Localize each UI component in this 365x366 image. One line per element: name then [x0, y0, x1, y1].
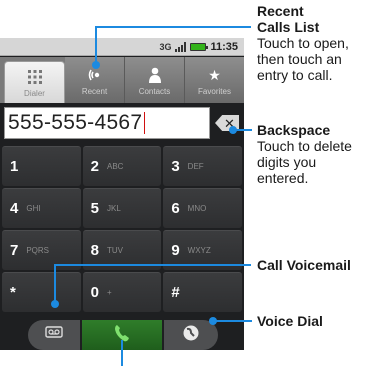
key-digit: 4 — [10, 200, 19, 217]
network-3g-label: 3G — [159, 41, 172, 52]
phone-number-text: 555-555-4567 — [8, 111, 143, 134]
recent-callout-body-3: entry to call. — [257, 67, 333, 83]
recent-callout-body-1: Touch to open, — [257, 35, 349, 51]
key-digit: * — [10, 284, 16, 301]
key-digit: 8 — [90, 242, 99, 259]
backspace-callout-body-1: Touch to delete — [257, 138, 352, 154]
key-digit: 3 — [171, 158, 180, 175]
star-icon: ★ — [208, 66, 221, 83]
voicedial-callout-dot — [209, 317, 217, 325]
key-digit: 6 — [171, 200, 180, 217]
voicemail-callout-line-v — [54, 264, 56, 304]
backspace-callout-title: Backspace — [257, 122, 331, 138]
battery-icon — [190, 43, 209, 51]
key-digit: # — [171, 284, 180, 301]
dial-keypad: 1 2 ABC 3 DEF 4 GHI 5 JKL 6 MNO 7 PQRS 8 TUV 9W… — [0, 146, 244, 312]
backspace-callout: Backspace Touch to delete digits you ent… — [257, 122, 365, 186]
status-bar: 3G 11:35 — [0, 38, 244, 56]
voicemail-callout-dot — [51, 300, 59, 308]
backspace-callout-dot — [229, 126, 237, 134]
key-digit: 2 — [90, 158, 99, 175]
backspace-callout-body-3: entered. — [257, 170, 309, 186]
voicemail-button[interactable] — [28, 320, 80, 350]
key-0[interactable]: 0 + — [82, 272, 162, 312]
tab-dialer[interactable]: Dialer — [4, 61, 65, 103]
key-star[interactable]: * — [2, 272, 81, 312]
backspace-callout-body-2: digits you — [257, 154, 317, 170]
call-button-pointer-line — [121, 340, 123, 366]
number-entry-bar: 555-555-4567 ✕ — [0, 103, 244, 143]
key-digit: 9 — [171, 242, 180, 259]
key-letters: ABC — [107, 162, 124, 171]
key-letters: TUV — [107, 246, 123, 255]
key-hash[interactable]: # — [163, 272, 242, 312]
voice-dial-button[interactable] — [164, 320, 218, 350]
voicedial-callout-line — [212, 320, 252, 322]
tab-label: Dialer — [24, 89, 45, 98]
key-1[interactable]: 1 — [2, 146, 81, 186]
tab-label: Recent — [81, 86, 108, 96]
key-digit: 0 — [90, 284, 99, 301]
voicemail-callout: Call Voicemail — [257, 257, 365, 273]
key-digit: 5 — [90, 200, 99, 217]
recent-calls-callout: Recent Calls List Touch to open, then to… — [257, 3, 365, 83]
key-letters: PQRS — [26, 246, 50, 255]
recent-callout-line-v — [95, 26, 97, 66]
dialer-tabs: Dialer Recent Contacts ★ Favorites — [0, 57, 244, 103]
key-3[interactable]: 3 DEF — [163, 146, 242, 186]
voicedial-callout-title: Voice Dial — [257, 313, 323, 329]
key-4[interactable]: 4 GHI — [2, 188, 81, 228]
recent-callout-body-2: then touch an — [257, 51, 342, 67]
recent-callout-title-1: Recent — [257, 3, 304, 19]
tab-label: Contacts — [138, 86, 171, 96]
voicemail-icon — [45, 325, 63, 345]
tab-favorites[interactable]: ★ Favorites — [185, 57, 244, 103]
key-digit: 1 — [10, 158, 19, 175]
key-letters: + — [107, 288, 112, 297]
tab-label: Favorites — [198, 86, 231, 96]
status-time: 11:35 — [210, 41, 238, 53]
voicemail-callout-title: Call Voicemail — [257, 257, 351, 273]
key-letters: WXYZ — [187, 246, 211, 255]
backspace-button[interactable]: ✕ — [212, 107, 242, 139]
person-icon — [145, 65, 165, 85]
text-caret — [144, 112, 146, 134]
tab-contacts[interactable]: Contacts — [125, 57, 185, 103]
key-2[interactable]: 2 ABC — [82, 146, 162, 186]
key-5[interactable]: 5 JKL — [82, 188, 162, 228]
key-letters: DEF — [187, 162, 204, 171]
voice-dial-icon — [182, 324, 200, 347]
keypad-grid-icon — [25, 67, 45, 87]
signal-strength-icon — [175, 42, 187, 52]
recent-callout-line-h — [95, 26, 251, 28]
key-letters: MNO — [187, 204, 207, 213]
voicemail-callout-line-h — [54, 264, 251, 266]
voice-dial-callout: Voice Dial — [257, 313, 365, 329]
key-digit: 7 — [10, 242, 19, 259]
key-6[interactable]: 6 MNO — [163, 188, 242, 228]
phone-number-field[interactable]: 555-555-4567 — [4, 107, 210, 139]
recent-callout-title-2: Calls List — [257, 19, 320, 35]
dialer-screen: 3G 11:35 Dialer Recent Contacts ★ Favori… — [0, 38, 244, 350]
recent-callout-dot — [92, 61, 100, 69]
key-letters: GHI — [26, 204, 41, 213]
key-letters: JKL — [107, 204, 121, 213]
